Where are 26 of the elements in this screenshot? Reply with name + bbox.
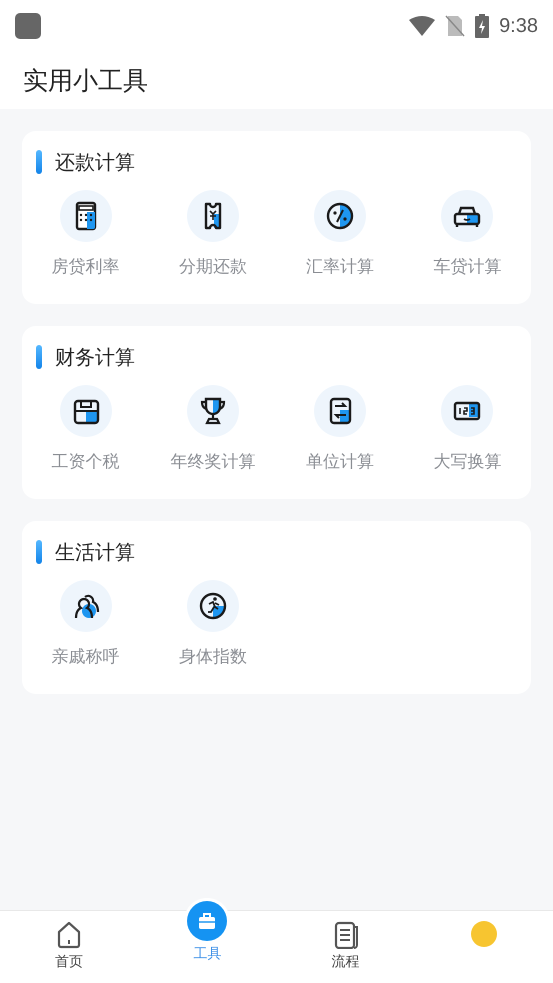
clock: 9:38 <box>499 14 538 38</box>
tool-label[interactable]: 单位计算 <box>306 450 374 473</box>
section-title: 财务计算 <box>55 344 135 370</box>
wifi-icon <box>409 16 436 36</box>
tool-label[interactable]: 亲戚称呼 <box>52 645 120 668</box>
nav-tab[interactable]: 流程 <box>276 911 415 983</box>
no-sim-icon <box>445 15 466 37</box>
sun-icon <box>468 919 499 949</box>
app-notification-icon <box>15 13 41 39</box>
section-title: 生活计算 <box>55 538 135 566</box>
tool-label[interactable]: 房贷利率 <box>52 255 120 278</box>
tool-label[interactable]: 分期还款 <box>178 255 247 278</box>
tool-label[interactable]: 车贷计算 <box>433 255 502 278</box>
tool-label[interactable]: 身体指数 <box>178 645 247 668</box>
tool-label[interactable]: 工资个税 <box>52 450 120 473</box>
nav-tab[interactable]: 工具 <box>138 901 276 983</box>
section-marker <box>36 540 42 564</box>
tool-label[interactable]: 汇率计算 <box>306 255 374 278</box>
section-marker <box>36 150 42 174</box>
tool-label[interactable]: 大写换算 <box>433 450 502 473</box>
tool-label[interactable]: 年终奖计算 <box>170 450 256 473</box>
section-marker <box>36 345 42 369</box>
page-title: 实用小工具 <box>23 65 148 97</box>
battery-icon <box>475 14 490 38</box>
nav-tab[interactable]: 首页 <box>0 911 138 983</box>
section-title: 还款计算 <box>55 148 135 176</box>
